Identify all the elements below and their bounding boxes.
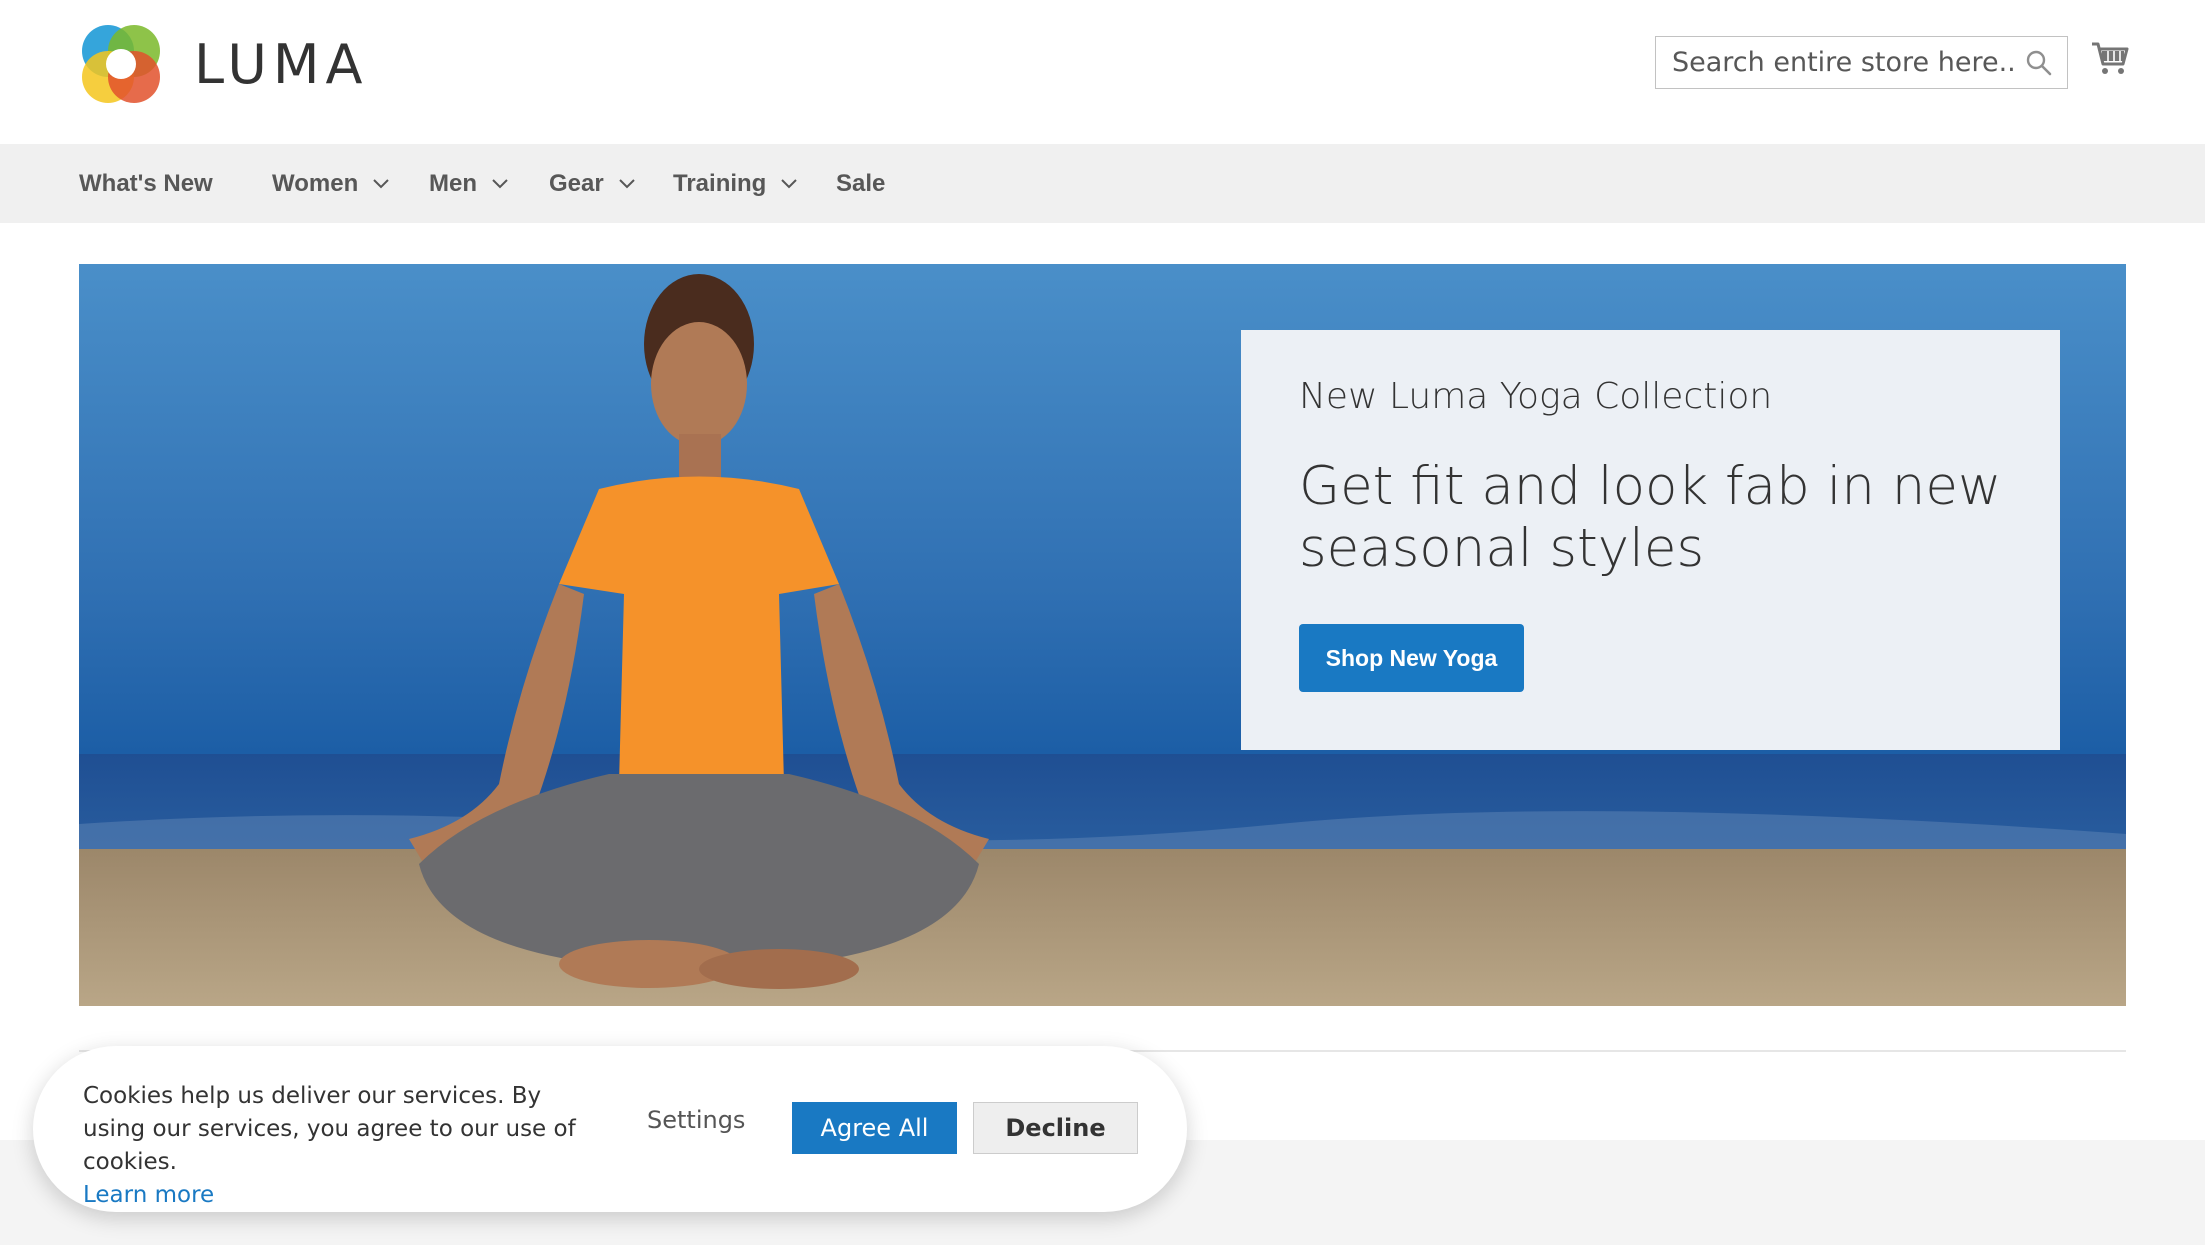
search-input[interactable] (1656, 38, 2016, 87)
nav-item-training[interactable]: Training (673, 144, 798, 223)
learn-more-link[interactable]: Learn more (83, 1182, 214, 1208)
nav-item-whats-new[interactable]: What's New (79, 144, 213, 223)
chevron-down-icon (781, 178, 798, 188)
chevron-down-icon (373, 178, 389, 188)
cookie-message: Cookies help us deliver our services. By… (83, 1080, 583, 1212)
nav-item-men[interactable]: Men (429, 144, 509, 223)
luma-logo[interactable]: LUMA (78, 20, 368, 108)
shopping-cart-icon[interactable] (2090, 38, 2130, 78)
chevron-down-icon (492, 178, 508, 188)
promo-subtitle: New Luma Yoga Collection (1299, 376, 1773, 417)
nav-item-label: Men (429, 169, 477, 197)
nav-item-gear[interactable]: Gear (549, 144, 636, 223)
decline-button[interactable]: Decline (973, 1102, 1138, 1154)
cookie-banner: Cookies help us deliver our services. By… (33, 1046, 1187, 1212)
search-icon[interactable] (2025, 49, 2053, 77)
cookie-message-text: Cookies help us deliver our services. By… (83, 1083, 576, 1175)
nav-item-label: Gear (549, 169, 604, 197)
nav-item-label: Sale (836, 169, 886, 197)
nav-item-label: Training (673, 169, 767, 197)
cookie-settings-button[interactable]: Settings (647, 1106, 745, 1134)
promo-card: New Luma Yoga Collection Get fit and loo… (1241, 330, 2060, 750)
nav-item-sale[interactable]: Sale (836, 144, 885, 223)
nav-item-label: Women (272, 169, 359, 197)
chevron-down-icon (618, 178, 635, 188)
nav-item-label: What's New (79, 169, 213, 197)
luma-logo-icon (82, 25, 160, 103)
hero-banner[interactable]: New Luma Yoga Collection Get fit and loo… (79, 264, 2126, 1006)
main-navigation: What's New Women Men Gear Training Sale (0, 144, 2205, 223)
agree-all-button[interactable]: Agree All (792, 1102, 957, 1154)
search-box[interactable] (1655, 36, 2068, 89)
logo-text: LUMA (194, 32, 369, 96)
shop-new-yoga-button[interactable]: Shop New Yoga (1299, 624, 1524, 692)
site-header: LUMA (0, 0, 2205, 144)
nav-item-women[interactable]: Women (272, 144, 390, 223)
promo-title: Get fit and look fab in new seasonal sty… (1299, 456, 2002, 579)
